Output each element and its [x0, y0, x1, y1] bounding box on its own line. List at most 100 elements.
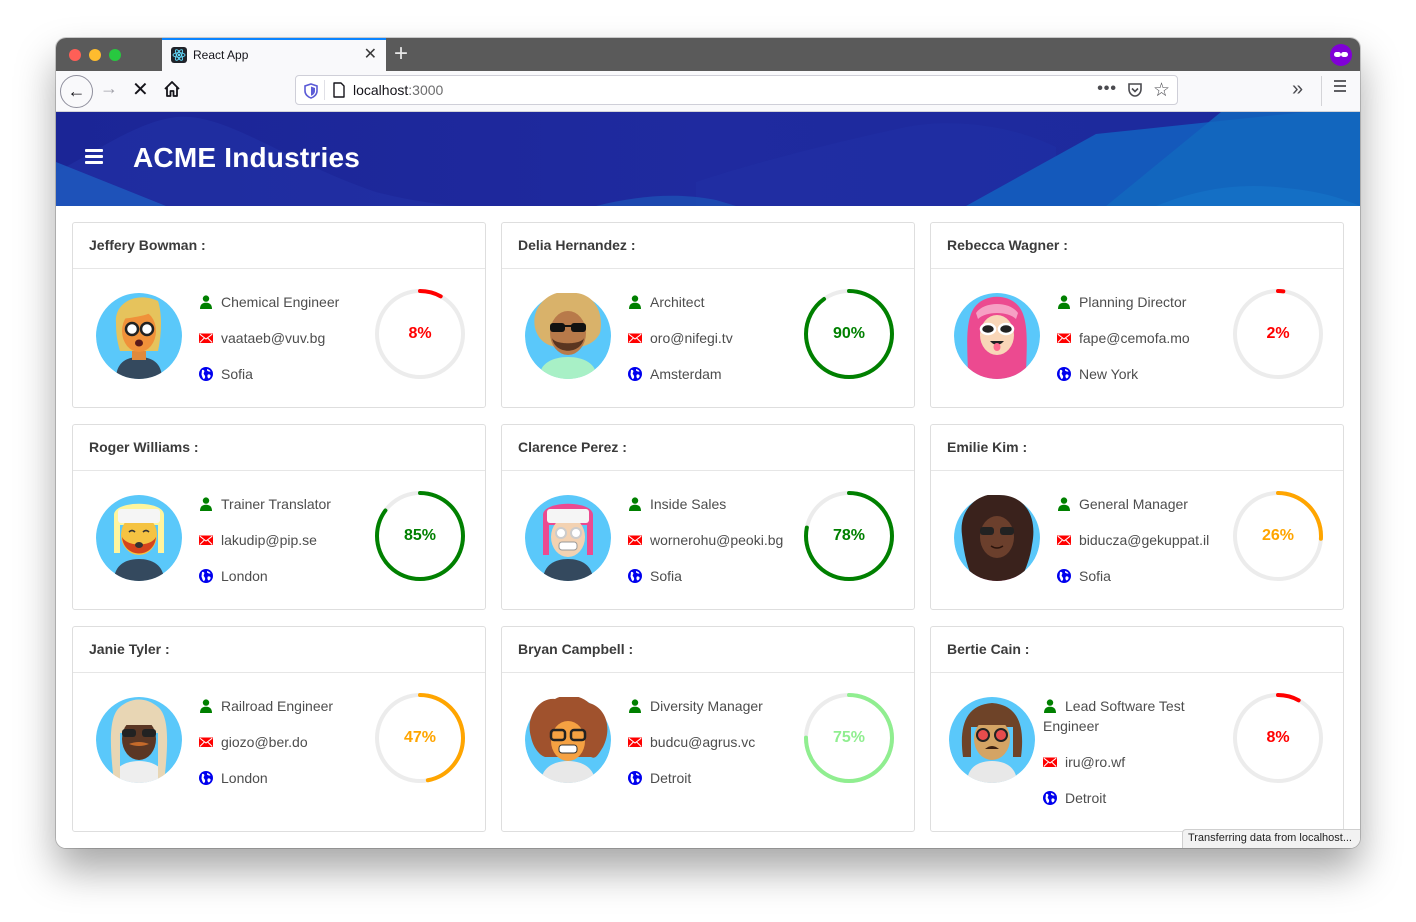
job-title-text: Railroad Engineer [221, 698, 334, 714]
job-title: Diversity Manager [628, 696, 798, 716]
email: iru@ro.wf [1043, 752, 1208, 772]
globe-icon [1057, 367, 1071, 381]
employee-info: Architect oro@nifegi.tv Amsterdam [628, 292, 798, 400]
city-text: Detroit [650, 770, 692, 786]
private-browsing-icon [1330, 44, 1352, 66]
progress-gauge: 78% [802, 489, 896, 583]
envelope-icon [1043, 757, 1057, 767]
gauge-percent-label: 90% [832, 325, 866, 342]
gauge-percent-label: 85% [403, 527, 437, 544]
email: biducza@gekuppat.il [1057, 530, 1227, 550]
employee-name: Bryan Campbell : [502, 627, 914, 673]
person-icon [200, 497, 212, 511]
stop-loading-button[interactable]: ✕ [132, 77, 149, 102]
envelope-icon [628, 333, 642, 343]
app-menu-icon[interactable] [1333, 79, 1347, 93]
email-text: biducza@gekuppat.il [1079, 532, 1210, 548]
employee-card: Clarence Perez : Inside Sales wornerohu@… [501, 424, 915, 610]
progress-gauge: 2% [1231, 287, 1325, 381]
avatar-long-hair-sunglasses [96, 697, 182, 783]
zoom-window-button[interactable] [109, 49, 121, 61]
new-tab-button[interactable]: + [394, 40, 408, 68]
employee-card: Janie Tyler : Railroad Engineer giozo@be… [72, 626, 486, 832]
employee-card: Delia Hernandez : Architect oro@nifegi.t… [501, 222, 915, 408]
job-title: Lead Software Test Engineer [1043, 696, 1208, 736]
employee-info: Trainer Translator lakudip@pip.se London [199, 494, 369, 602]
employee-info: Diversity Manager budcu@agrus.vc Detroit [628, 696, 798, 804]
close-tab-icon[interactable]: ✕ [364, 45, 377, 65]
employee-card: Emilie Kim : General Manager biducza@gek… [930, 424, 1344, 610]
url-port: :3000 [408, 82, 444, 98]
close-window-button[interactable] [69, 49, 81, 61]
job-title-text: Inside Sales [650, 496, 727, 512]
overflow-chevron-icon[interactable]: » [1292, 78, 1303, 101]
person-icon [629, 497, 641, 511]
job-title-text: Architect [650, 294, 705, 310]
employee-name: Emilie Kim : [931, 425, 1343, 471]
toolbar-divider [1321, 76, 1322, 106]
forward-button[interactable]: → [100, 78, 118, 99]
job-title: Planning Director [1057, 292, 1227, 312]
employee-info: Lead Software Test Engineer iru@ro.wf De… [1043, 696, 1208, 824]
email-text: budcu@agrus.vc [650, 734, 756, 750]
envelope-icon [1057, 535, 1071, 545]
back-button[interactable]: ← [60, 75, 93, 108]
progress-gauge: 47% [373, 691, 467, 785]
employee-info: Railroad Engineer giozo@ber.do London [199, 696, 369, 804]
job-title: Railroad Engineer [199, 696, 369, 716]
url-text[interactable]: localhost:3000 [353, 82, 443, 98]
city: Detroit [1043, 788, 1208, 808]
job-title-text: Diversity Manager [650, 698, 763, 714]
email: giozo@ber.do [199, 732, 369, 752]
employee-card: Bryan Campbell : Diversity Manager budcu… [501, 626, 915, 832]
person-icon [200, 295, 212, 309]
email: wornerohu@peoki.bg [628, 530, 798, 550]
gauge-percent-label: 78% [832, 527, 866, 544]
globe-icon [628, 771, 642, 785]
job-title: Chemical Engineer [199, 292, 369, 312]
bookmark-star-icon[interactable]: ☆ [1153, 79, 1170, 102]
employee-card: Roger Williams : Trainer Translator laku… [72, 424, 486, 610]
city-text: London [221, 568, 268, 584]
employee-name: Roger Williams : [73, 425, 485, 471]
envelope-icon [199, 535, 213, 545]
city-text: Sofia [221, 366, 253, 382]
city: Detroit [628, 768, 798, 788]
envelope-icon [199, 737, 213, 747]
employee-name: Rebecca Wagner : [931, 223, 1343, 269]
page-actions-more-icon[interactable]: ••• [1097, 80, 1117, 98]
city: Sofia [1057, 566, 1227, 586]
person-icon [1058, 497, 1070, 511]
envelope-icon [628, 535, 642, 545]
gauge-percent-label: 8% [1266, 729, 1290, 746]
job-title: Inside Sales [628, 494, 798, 514]
progress-gauge: 8% [1231, 691, 1325, 785]
employee-card: Rebecca Wagner : Planning Director fape@… [930, 222, 1344, 408]
email: budcu@agrus.vc [628, 732, 798, 752]
gauge-percent-label: 47% [403, 729, 437, 746]
navigation-bar: ← → ✕ localhost:3000 ••• ☆ » [56, 71, 1360, 112]
tracking-protection-shield-icon[interactable] [304, 83, 318, 99]
minimize-window-button[interactable] [89, 49, 101, 61]
tab-react-app[interactable]: React App ✕ [162, 38, 386, 71]
address-bar[interactable]: localhost:3000 ••• ☆ [295, 75, 1178, 105]
email-text: fape@cemofa.mo [1079, 330, 1190, 346]
menu-hamburger-button[interactable] [85, 149, 103, 165]
email: vaataeb@vuv.bg [199, 328, 369, 348]
employee-card: Bertie Cain : Lead Software Test Enginee… [930, 626, 1344, 832]
page-icon [333, 82, 345, 98]
home-button[interactable] [163, 80, 181, 103]
employee-name: Delia Hernandez : [502, 223, 914, 269]
job-title: General Manager [1057, 494, 1227, 514]
city-text: London [221, 770, 268, 786]
avatar-curly-glasses-wink [525, 695, 611, 783]
home-icon [164, 81, 180, 97]
globe-icon [628, 367, 642, 381]
url-host: localhost [353, 82, 409, 98]
employee-info: Inside Sales wornerohu@peoki.bg Sofia [628, 494, 798, 602]
gauge-percent-label: 26% [1261, 527, 1295, 544]
job-title-text: General Manager [1079, 496, 1188, 512]
pocket-icon[interactable] [1127, 82, 1143, 98]
city: New York [1057, 364, 1227, 384]
person-icon [1044, 699, 1056, 713]
